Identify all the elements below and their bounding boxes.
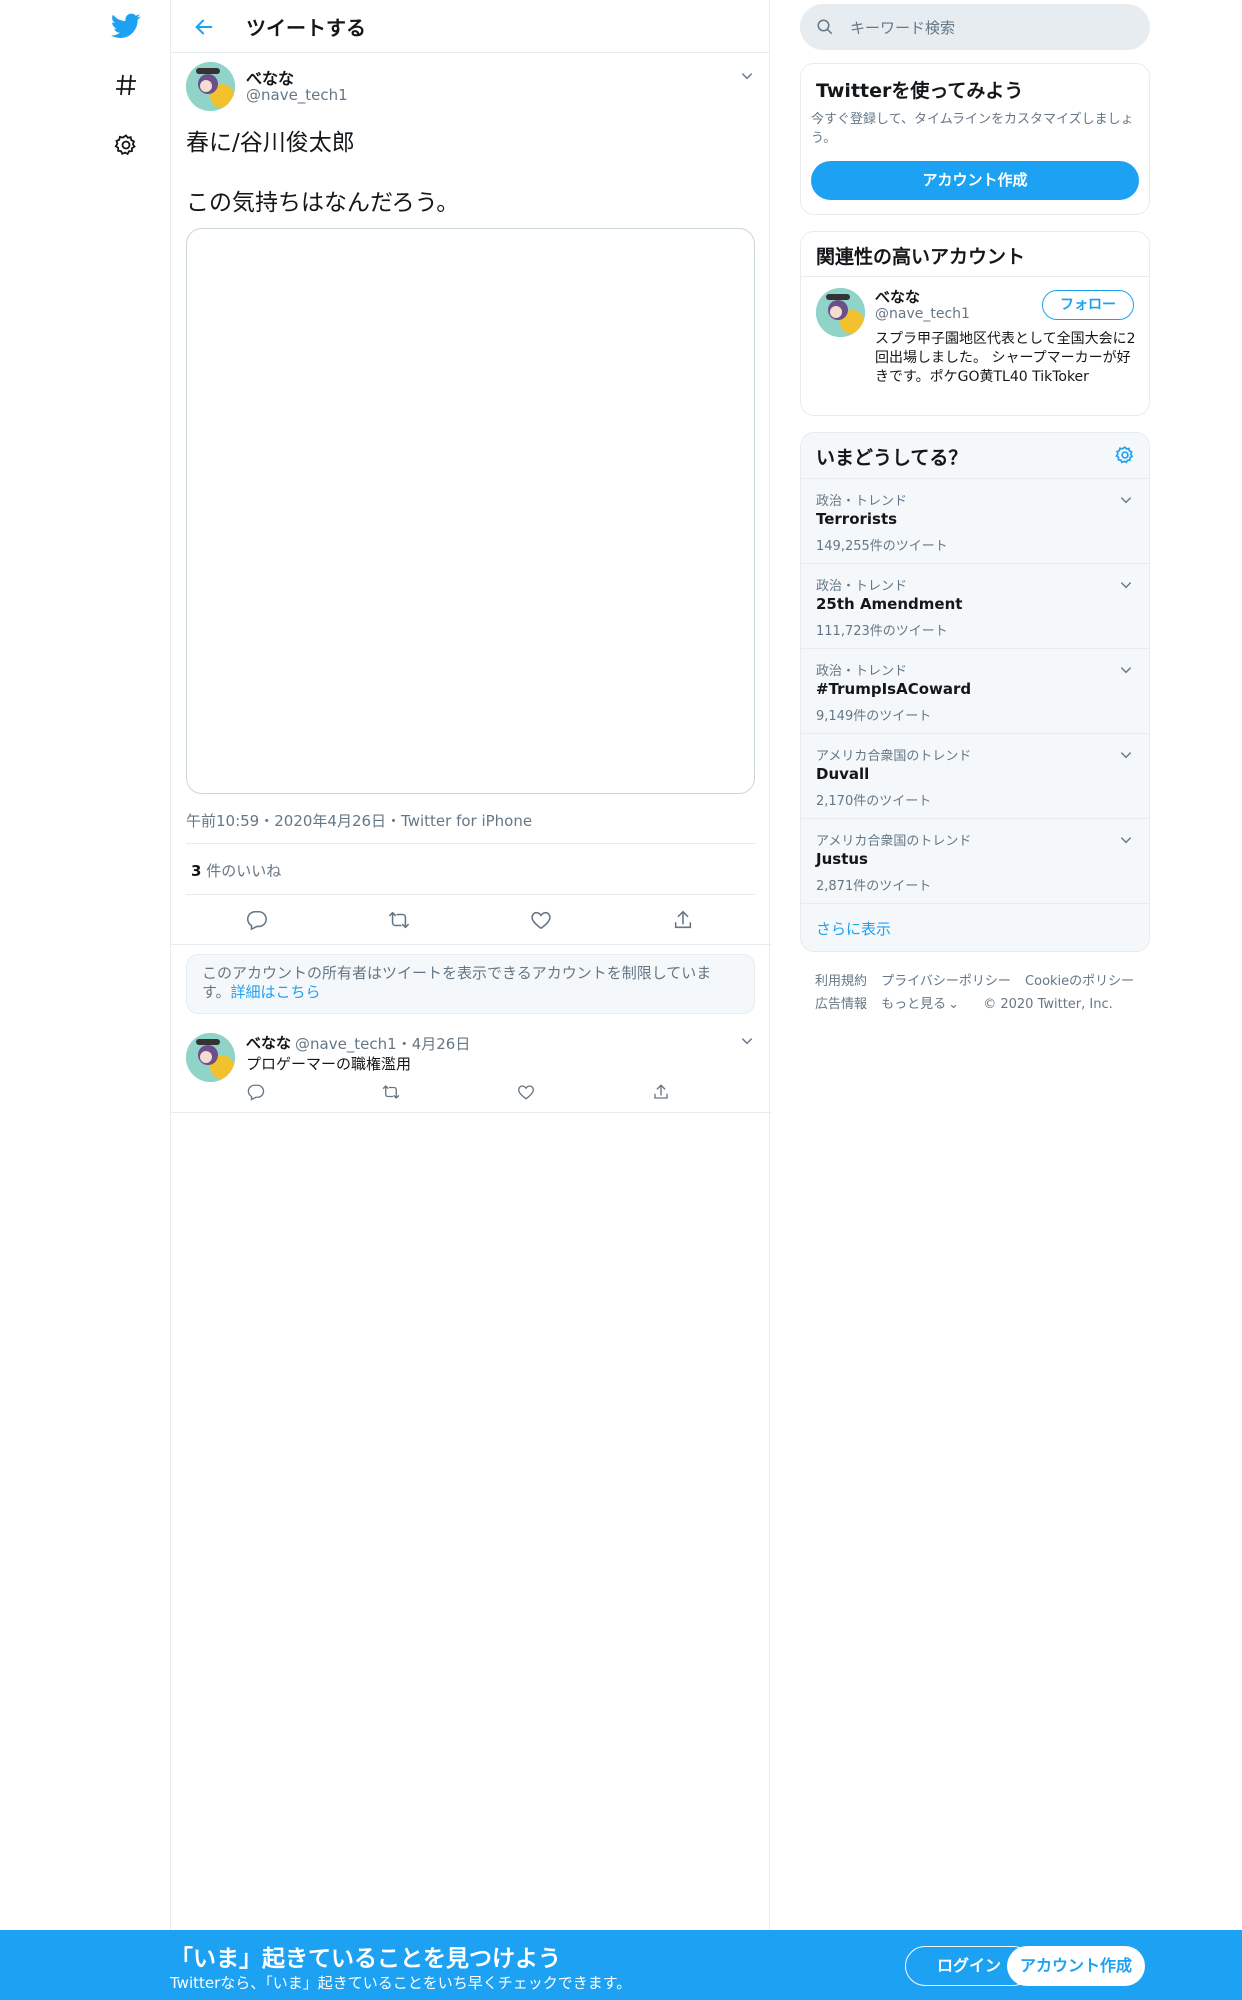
chevron-down-icon[interactable] bbox=[1115, 829, 1137, 851]
reply-icon[interactable] bbox=[244, 907, 270, 933]
like-heart-icon[interactable] bbox=[516, 1082, 536, 1102]
trend-item[interactable]: 政治・トレンド #TrumpIsACoward 9,149件のツイート bbox=[801, 648, 1149, 733]
trends-card: いまどうしてる？ 政治・トレンド Terrorists 149,255件のツイー… bbox=[800, 432, 1150, 952]
like-heart-icon[interactable] bbox=[528, 907, 554, 933]
tweet-timestamp[interactable]: 午前10:59・2020年4月26日・Twitter for iPhone bbox=[186, 810, 532, 831]
related-handle[interactable]: @nave_tech1 bbox=[875, 306, 970, 322]
reply-text: プロゲーマーの職権濫用 bbox=[246, 1055, 412, 1073]
related-accounts-card: 関連性の高いアカウント べなな @nave_tech1 フォロー スプラ甲子園地… bbox=[800, 231, 1150, 416]
trend-category: 政治・トレンド bbox=[816, 579, 908, 594]
main-column: ツイートする べなな @nave_tech1 春に/谷川俊太郎 この気持ちはなん… bbox=[170, 0, 771, 1930]
trend-name[interactable]: #TrumpIsACoward bbox=[816, 680, 971, 698]
reply-icon[interactable] bbox=[246, 1082, 266, 1102]
search-input[interactable]: キーワード検索 bbox=[850, 17, 955, 38]
avatar[interactable] bbox=[186, 1033, 235, 1082]
signup-card-desc: 今すぐ登録して、タイムラインをカスタマイズしましょう。 bbox=[811, 112, 1134, 146]
share-icon[interactable] bbox=[670, 907, 696, 933]
footer-links-row-1: 利用規約 プライバシーポリシー Cookieのポリシー bbox=[815, 970, 1144, 989]
left-nav bbox=[0, 0, 170, 2000]
retweet-icon[interactable] bbox=[386, 907, 412, 933]
signup-bottom-bar: 「いま」起きていることを見つけよう Twitterなら、「いま」起きていることを… bbox=[0, 1930, 1242, 2000]
tweet-media[interactable] bbox=[186, 228, 755, 794]
chevron-down-icon[interactable] bbox=[1115, 574, 1137, 596]
trend-item[interactable]: 政治・トレンド 25th Amendment 111,723件のツイート bbox=[801, 563, 1149, 648]
search-box[interactable]: キーワード検索 bbox=[800, 4, 1150, 50]
trend-count: 111,723件のツイート bbox=[816, 624, 948, 639]
back-arrow-icon[interactable] bbox=[189, 12, 219, 42]
twitter-bird-icon[interactable] bbox=[108, 8, 144, 44]
signup-card: Twitterを使ってみよう 今すぐ登録して、タイムラインをカスタマイズしましょ… bbox=[800, 63, 1150, 215]
chevron-down-icon[interactable] bbox=[1115, 489, 1137, 511]
trend-name[interactable]: Justus bbox=[816, 850, 868, 868]
related-bio: スプラ甲子園地区代表として全国大会に2回出場しました。 シャープマーカーが好きで… bbox=[875, 331, 1136, 385]
settings-gear-icon[interactable] bbox=[108, 127, 144, 163]
reply-author-name[interactable]: べなな bbox=[246, 1032, 291, 1053]
trend-name[interactable]: 25th Amendment bbox=[816, 595, 962, 613]
chevron-down-icon[interactable] bbox=[1115, 744, 1137, 766]
more-label: もっと見る bbox=[881, 997, 947, 1012]
create-account-button[interactable]: アカウント作成 bbox=[811, 161, 1139, 200]
privacy-link[interactable]: プライバシーポリシー bbox=[881, 974, 1011, 989]
reply-tweet[interactable]: べなな @nave_tech1・4月26日 プロゲーマーの職権濫用 bbox=[171, 1015, 771, 1113]
trend-item[interactable]: アメリカ合衆国のトレンド Duvall 2,170件のツイート bbox=[801, 733, 1149, 818]
signup-card-title: Twitterを使ってみよう bbox=[816, 80, 1024, 102]
related-title: 関連性の高いアカウント bbox=[816, 246, 1026, 268]
chevron-down-icon[interactable] bbox=[1115, 659, 1137, 681]
show-more-link[interactable]: さらに表示 bbox=[816, 918, 891, 939]
avatar[interactable] bbox=[816, 288, 865, 337]
bottom-subtext: Twitterなら、「いま」起きていることをいち早くチェックできます。 bbox=[170, 1974, 632, 1992]
share-icon[interactable] bbox=[651, 1082, 671, 1102]
follow-button[interactable]: フォロー bbox=[1042, 290, 1134, 320]
trends-settings-gear-icon[interactable] bbox=[1115, 445, 1135, 465]
trend-name[interactable]: Terrorists bbox=[816, 510, 897, 528]
chevron-down-icon[interactable] bbox=[736, 65, 758, 87]
likes-count: 3 bbox=[191, 862, 202, 880]
protected-account-notice: このアカウントの所有者はツイートを表示できるアカウントを制限しています。詳細はこ… bbox=[186, 954, 755, 1014]
related-name[interactable]: べなな bbox=[875, 286, 920, 307]
trend-count: 2,170件のツイート bbox=[816, 794, 932, 809]
learn-more-link[interactable]: 詳細はこちら bbox=[231, 983, 321, 1001]
avatar[interactable] bbox=[186, 62, 235, 111]
ads-info-link[interactable]: 広告情報 bbox=[815, 997, 867, 1012]
reply-handle-date[interactable]: @nave_tech1・4月26日 bbox=[295, 1033, 470, 1054]
page-title: ツイートする bbox=[246, 16, 366, 40]
retweet-icon[interactable] bbox=[381, 1082, 401, 1102]
bottom-headline: 「いま」起きていることを見つけよう bbox=[170, 1946, 561, 1972]
likes-count-row[interactable]: 3 件のいいね bbox=[186, 843, 755, 895]
trend-category: アメリカ合衆国のトレンド bbox=[816, 749, 972, 764]
tweet-text: 春に/谷川俊太郎 この気持ちはなんだろう。 bbox=[186, 128, 459, 218]
footer-links-row-2: 広告情報 もっと見る ⌄ © 2020 Twitter, Inc. bbox=[815, 993, 1123, 1012]
trend-count: 2,871件のツイート bbox=[816, 879, 932, 894]
trends-title: いまどうしてる？ bbox=[816, 447, 968, 469]
cookie-link[interactable]: Cookieのポリシー bbox=[1025, 974, 1134, 989]
chevron-down-icon[interactable] bbox=[736, 1030, 758, 1052]
trend-count: 149,255件のツイート bbox=[816, 539, 948, 554]
trend-category: 政治・トレンド bbox=[816, 664, 908, 679]
trend-count: 9,149件のツイート bbox=[816, 709, 932, 724]
chevron-down-icon: ⌄ bbox=[948, 997, 960, 1012]
page-header: ツイートする bbox=[171, 0, 769, 53]
copyright: © 2020 Twitter, Inc. bbox=[983, 997, 1113, 1012]
search-icon bbox=[816, 18, 834, 36]
bottom-signup-button[interactable]: アカウント作成 bbox=[1007, 1946, 1145, 1986]
more-link[interactable]: もっと見る ⌄ bbox=[881, 997, 969, 1012]
tweet-actions bbox=[171, 895, 771, 945]
tweet-author: べなな @nave_tech1 bbox=[171, 53, 769, 113]
trend-category: 政治・トレンド bbox=[816, 494, 908, 509]
tweet-line-1: 春に/谷川俊太郎 bbox=[186, 130, 355, 156]
terms-link[interactable]: 利用規約 bbox=[815, 974, 867, 989]
trend-category: アメリカ合衆国のトレンド bbox=[816, 834, 972, 849]
explore-hashtag-icon[interactable] bbox=[108, 67, 144, 103]
trend-name[interactable]: Duvall bbox=[816, 765, 869, 783]
likes-label: 件のいいね bbox=[206, 862, 282, 880]
trend-item[interactable]: アメリカ合衆国のトレンド Justus 2,871件のツイート bbox=[801, 818, 1149, 903]
author-handle[interactable]: @nave_tech1 bbox=[246, 86, 348, 104]
trend-item[interactable]: 政治・トレンド Terrorists 149,255件のツイート bbox=[801, 478, 1149, 563]
tweet-line-2: この気持ちはなんだろう。 bbox=[186, 190, 460, 216]
